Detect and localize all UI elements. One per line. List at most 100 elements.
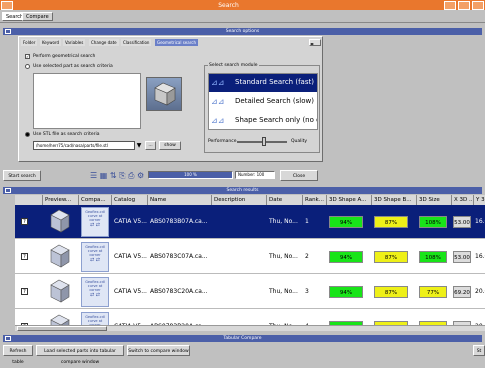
cell-rank: 3 bbox=[305, 288, 309, 295]
list-view-icon[interactable]: ☰ bbox=[90, 171, 97, 180]
tab-compare[interactable]: Compare bbox=[22, 12, 53, 21]
column-header-shape-b[interactable]: 3D Shape B... bbox=[372, 195, 417, 205]
print-icon[interactable]: ⎙ bbox=[128, 171, 134, 180]
performance-label: Performance bbox=[208, 139, 237, 144]
column-header-rank[interactable]: Rank... bbox=[303, 195, 327, 205]
module-icon: ⊿⊿ bbox=[211, 78, 225, 87]
column-header-y[interactable]: Y 3D bbox=[474, 195, 485, 205]
sort-icon[interactable]: ⇅ bbox=[110, 171, 117, 180]
part-preview-thumbnail bbox=[45, 277, 75, 307]
quality-label: Quality bbox=[291, 139, 308, 144]
use-stl-file-label: Use STL file as search criteria bbox=[33, 132, 100, 137]
stl-file-path-input[interactable]: /home/herr75/cad/nasa/parts/file.stl bbox=[33, 141, 135, 150]
tab-scroll-arrows[interactable]: ◂▸ bbox=[309, 39, 321, 46]
compare-thumbnail[interactable]: Geoflex.cdl curve at corner⇄ ⇄ bbox=[81, 242, 109, 272]
table-row[interactable]: ?Geoflex.cdl curve at corner⇄ ⇄CATIA V5.… bbox=[15, 240, 485, 274]
table-row[interactable]: ? Geoflex.cdl curve at corner⇄ ⇄ CATIA V5.… bbox=[15, 275, 485, 309]
y-dimension: 20.0 bbox=[474, 310, 485, 325]
collapse-icon[interactable] bbox=[5, 336, 11, 341]
tab-change-date[interactable]: Change date bbox=[89, 39, 119, 46]
start-search-button[interactable]: Start search bbox=[3, 170, 41, 181]
search-module-list[interactable]: ⊿⊿ Standard Search (fast) ⊿⊿ Detailed Se… bbox=[208, 73, 318, 130]
tab-folder[interactable]: Folder bbox=[21, 39, 38, 46]
shape-a-score: 94% bbox=[329, 286, 363, 298]
use-stl-file-radio[interactable] bbox=[25, 132, 30, 137]
row-select-checkbox[interactable]: ? bbox=[21, 288, 28, 295]
refresh-table-button[interactable]: Refresh table bbox=[3, 345, 33, 365]
table-row[interactable]: ?Geoflex.cdl curve at corner⇄ ⇄CATIA V5.… bbox=[15, 310, 485, 325]
grid-view-icon[interactable]: ▦ bbox=[100, 171, 108, 180]
shape-b-score: 87% bbox=[374, 216, 408, 228]
cell-rank: 4 bbox=[303, 310, 327, 325]
search-options-title: Search options bbox=[225, 29, 260, 34]
search-results-title: Search results bbox=[226, 188, 259, 193]
column-header-description[interactable]: Description bbox=[212, 195, 267, 205]
compare-arrows-icon: ⇄ ⇄ bbox=[90, 222, 100, 228]
column-header-catalog[interactable]: Catalog bbox=[112, 195, 148, 205]
browse-button[interactable]: ... bbox=[145, 141, 156, 150]
slider-thumb[interactable] bbox=[262, 137, 267, 146]
compare-thumbnail[interactable]: Geoflex.cdl curve at corner⇄ ⇄ bbox=[81, 312, 109, 325]
tab-keyword[interactable]: Keyword bbox=[40, 39, 62, 46]
export-icon[interactable]: ⎘ bbox=[119, 171, 125, 180]
collapse-icon[interactable] bbox=[5, 29, 11, 34]
path-dropdown-icon[interactable]: ▼ bbox=[135, 141, 143, 150]
switch-to-compare-window-button[interactable]: Switch to compare window bbox=[127, 345, 190, 356]
progress-bar: 100 % bbox=[148, 171, 233, 179]
search-options-header: Search options bbox=[3, 28, 482, 35]
column-header-name[interactable]: Name bbox=[148, 195, 212, 205]
column-header-checkbox[interactable] bbox=[15, 195, 43, 205]
show-button[interactable]: show bbox=[159, 141, 181, 150]
minimize-button[interactable] bbox=[444, 0, 456, 10]
tabular-compare-right-button[interactable]: St bbox=[473, 345, 485, 356]
x-dimension: 53.00 bbox=[453, 216, 471, 228]
cell-date: Thu, No... bbox=[269, 288, 298, 295]
settings-icon[interactable]: ⚙ bbox=[137, 171, 144, 180]
module-item-standard[interactable]: ⊿⊿ Standard Search (fast) bbox=[209, 74, 317, 92]
compare-thumbnail[interactable]: Geoflex.cdl curve at corner⇄ ⇄ bbox=[81, 277, 109, 307]
load-into-tabular-compare-button[interactable]: Load selected parts into tabular compare… bbox=[36, 345, 124, 365]
tab-variables[interactable]: Variables bbox=[63, 39, 86, 46]
window-titlebar: Search bbox=[0, 0, 485, 10]
column-header-compare[interactable]: Compa... bbox=[79, 195, 112, 205]
module-item-shape-only[interactable]: ⊿⊿ Shape Search only (no dril bbox=[209, 112, 317, 129]
window-menu-button[interactable] bbox=[1, 0, 13, 10]
horizontal-scrollbar[interactable] bbox=[15, 325, 485, 331]
cell-date: Thu, No... bbox=[269, 218, 298, 225]
scrollbar-thumb[interactable] bbox=[17, 326, 107, 331]
cell-name: ABS0783B20A.ca... bbox=[148, 310, 212, 325]
criteria-list-box[interactable] bbox=[33, 73, 141, 129]
x-dimension: 53.00 bbox=[453, 251, 471, 263]
column-header-shape-a[interactable]: 3D Shape A... bbox=[327, 195, 372, 205]
table-row[interactable]: ?Geoflex.cdl curve at corner⇄ ⇄CATIA V5.… bbox=[15, 205, 485, 239]
perform-geometrical-search-checkbox[interactable]: ✓ bbox=[25, 54, 30, 59]
maximize-button[interactable] bbox=[458, 0, 470, 10]
use-selected-part-label: Use selected part as search criteria bbox=[33, 64, 113, 69]
performance-quality-slider[interactable] bbox=[237, 137, 287, 146]
compare-thumbnail[interactable]: Geoflex.cdl curve at corner⇄ ⇄ bbox=[81, 207, 109, 237]
column-header-x[interactable]: X 3D ... bbox=[452, 195, 474, 205]
results-rows: ? Geoflex.cdl curve at corner ⇄ ⇄ CATIA V5.… bbox=[15, 205, 485, 325]
column-header-preview[interactable]: Preview... bbox=[43, 195, 79, 205]
cell-catalog: CATIA V5... bbox=[114, 288, 147, 295]
compare-thumbnail-text: Geoflex.cdl curve at corner bbox=[85, 210, 105, 222]
y-dimension: 16.0 bbox=[475, 218, 485, 225]
row-select-checkbox[interactable]: ? bbox=[21, 253, 28, 260]
column-header-size[interactable]: 3D Size bbox=[417, 195, 452, 205]
tabular-compare-header: Tabular Compare bbox=[3, 335, 482, 342]
row-select-checkbox[interactable]: ? bbox=[21, 218, 28, 225]
use-selected-part-radio[interactable] bbox=[25, 64, 30, 69]
search-options-tabs: Folder Keyword Variables Change date Cla… bbox=[21, 39, 321, 47]
tab-geometrical-search[interactable]: Geometrical search bbox=[155, 39, 199, 46]
collapse-icon[interactable] bbox=[5, 188, 11, 193]
compare-arrows-icon: ⇄ ⇄ bbox=[90, 292, 100, 298]
close-window-button[interactable] bbox=[472, 0, 484, 10]
tab-classification[interactable]: Classification bbox=[121, 39, 152, 46]
column-header-date[interactable]: Date bbox=[267, 195, 303, 205]
toolbar-icons[interactable]: ☰ ▦ ⇅ ⎘ ⎙ ⚙ bbox=[90, 170, 150, 181]
size-score: 108% bbox=[419, 251, 447, 263]
close-button[interactable]: Close bbox=[280, 170, 318, 181]
cell-catalog: CATIA V5... bbox=[112, 310, 148, 325]
y-dimension: 16.0 bbox=[475, 253, 485, 260]
module-item-detailed[interactable]: ⊿⊿ Detailed Search (slow) bbox=[209, 93, 317, 111]
